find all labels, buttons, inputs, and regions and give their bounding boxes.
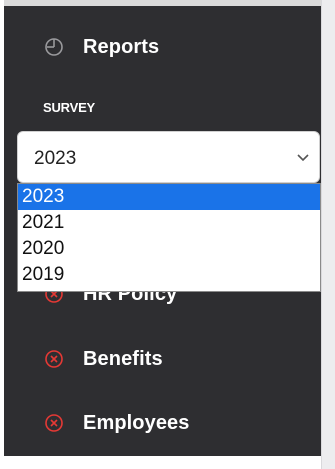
sidebar-item-label: Employees <box>83 411 190 434</box>
bottom-strip <box>0 456 321 469</box>
dropdown-option-2021[interactable]: 2021 <box>18 210 320 236</box>
sidebar-item-label: Benefits <box>83 347 163 370</box>
close-circle-icon <box>43 348 65 370</box>
close-circle-icon <box>43 412 65 434</box>
app-frame: Reports SURVEY HR Policy Benefits Employ… <box>0 0 335 469</box>
dropdown-option-2020[interactable]: 2020 <box>18 236 320 262</box>
content-panel-edge <box>321 0 335 469</box>
survey-year-select[interactable]: 2023 <box>17 131 320 183</box>
clock-icon <box>43 36 65 58</box>
survey-year-dropdown: 2023 2021 2020 2019 <box>17 183 321 292</box>
sidebar-item-benefits[interactable]: Benefits <box>43 339 163 379</box>
dropdown-option-2019[interactable]: 2019 <box>18 262 320 288</box>
chevron-down-icon <box>296 150 310 162</box>
dropdown-option-2023[interactable]: 2023 <box>18 184 320 210</box>
survey-section-label: SURVEY <box>43 100 96 115</box>
sidebar-item-label: Reports <box>83 35 160 58</box>
sidebar-item-reports[interactable]: Reports <box>43 27 159 67</box>
sidebar-item-employees[interactable]: Employees <box>43 403 190 443</box>
selected-year: 2023 <box>34 148 77 169</box>
